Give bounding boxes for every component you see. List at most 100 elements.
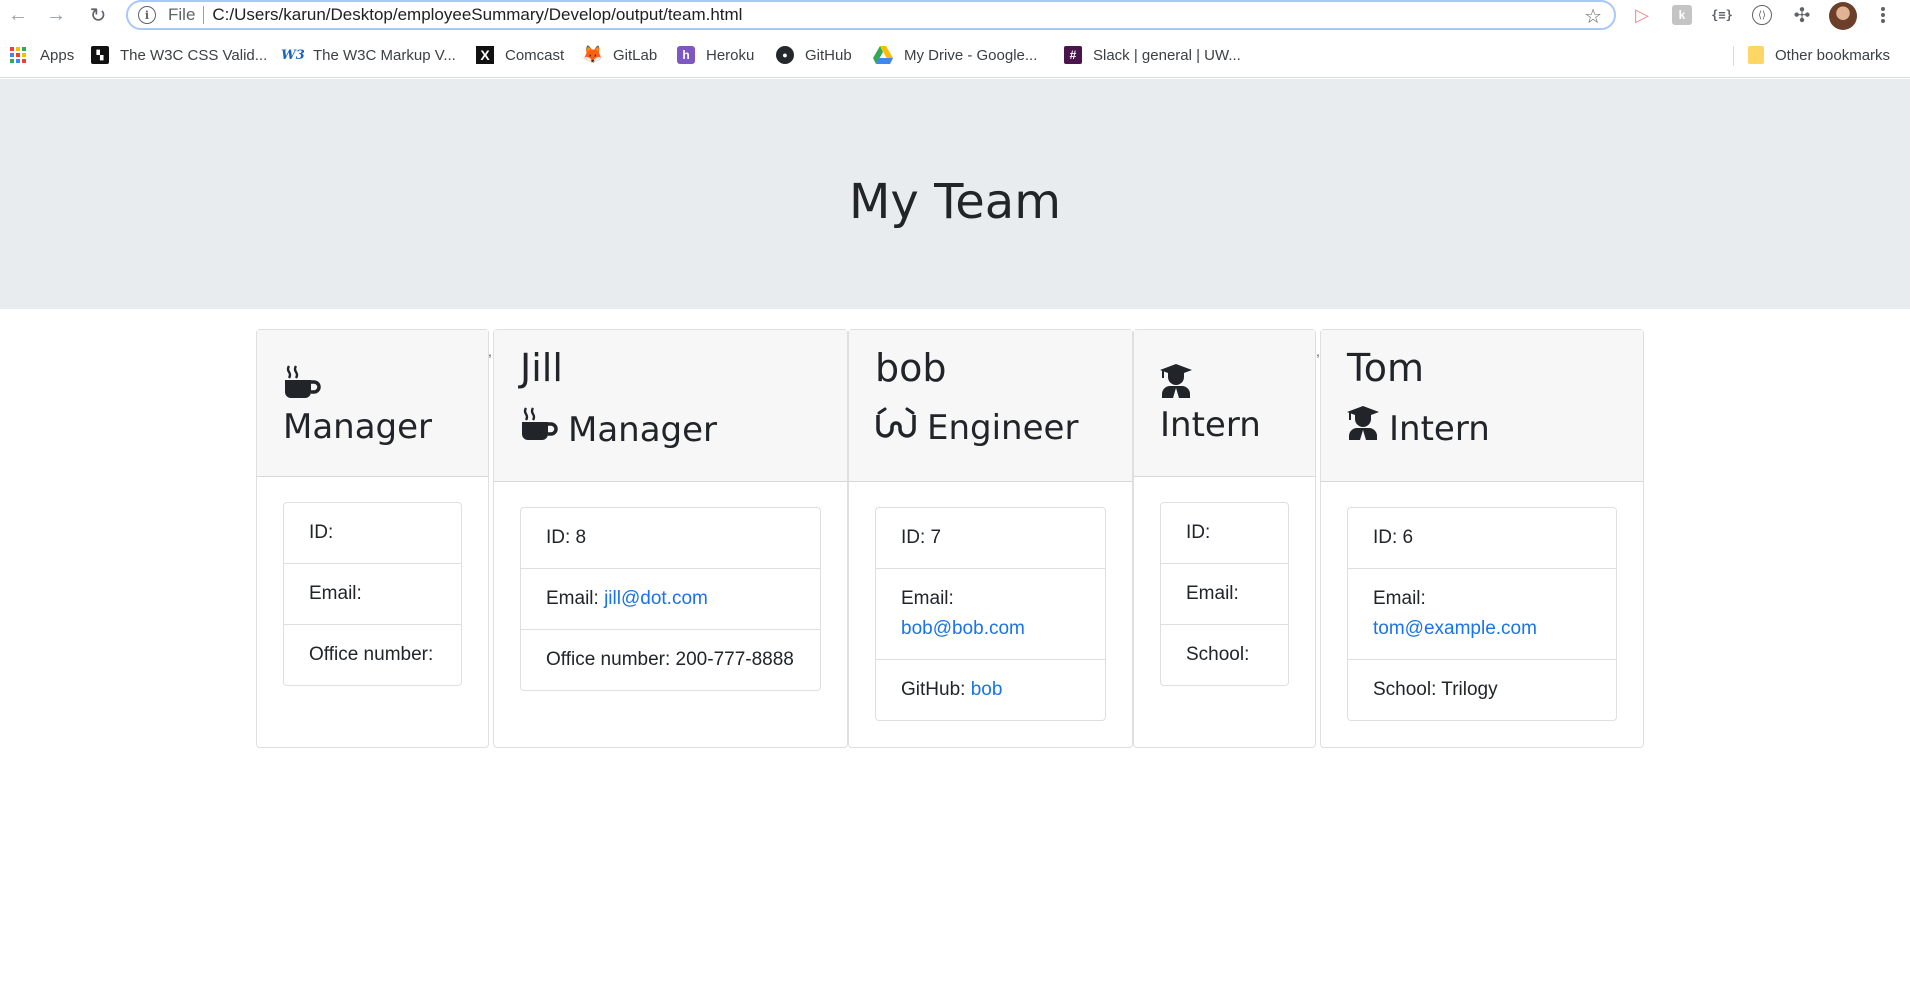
card-role: Manager <box>520 406 821 453</box>
card-role: Engineer <box>875 406 1106 450</box>
employee-card-manager-empty: Manager ID: Email: Office number: <box>256 329 489 748</box>
employee-details-list: ID: 8 Email: jill@dot.com Office number:… <box>520 507 821 691</box>
bookmark-other-bookmarks[interactable]: Other bookmarks <box>1748 44 1890 66</box>
card-header: Manager <box>257 330 488 477</box>
employee-details-list: ID: 6 Email: tom@example.com School: Tri… <box>1347 507 1617 721</box>
school-row: School: Trilogy <box>1348 659 1616 720</box>
heroku-icon: h <box>677 46 695 64</box>
employee-card-jill: Jill Manager ID: 8 Email: jill@dot.com O… <box>493 329 848 748</box>
card-name: Jill <box>520 346 563 390</box>
card-name: Tom <box>1347 346 1425 390</box>
email-link[interactable]: tom@example.com <box>1373 618 1537 639</box>
graduate-icon <box>1347 406 1379 451</box>
bookmark-gitlab[interactable]: 🦊 GitLab <box>582 44 658 66</box>
employee-card-bob: bob Engineer ID: 7 Email: bob@bob.com Gi… <box>848 329 1133 748</box>
employee-details-list: ID: Email: Office number: <box>283 502 462 686</box>
bookmark-label: Heroku <box>706 46 755 64</box>
email-label: Email: <box>901 588 954 609</box>
comcast-icon: X <box>476 46 494 64</box>
back-arrow-icon[interactable]: ← <box>6 3 30 27</box>
email-row: Email: tom@example.com <box>1348 568 1616 659</box>
id-row: ID: <box>309 522 334 543</box>
id-row: ID: 7 <box>901 527 942 548</box>
bookmark-w3c-css[interactable]: ▚ The W3C CSS Valid... <box>91 44 267 66</box>
card-role-label: Intern <box>1389 408 1490 449</box>
card-role: Manager <box>283 364 462 449</box>
bookmark-github[interactable]: ● GitHub <box>776 44 852 66</box>
bookmark-apps[interactable]: Apps <box>10 44 74 66</box>
email-row: Email: bob@bob.com <box>876 568 1105 659</box>
forward-arrow-icon[interactable]: → <box>44 3 68 27</box>
glasses-icon <box>875 406 917 450</box>
email-link[interactable]: bob@bob.com <box>901 618 1025 639</box>
mug-icon <box>283 364 452 405</box>
employee-details-list: ID: Email: School: <box>1160 502 1289 686</box>
card-role: Intern <box>1160 364 1289 447</box>
email-label: Email: <box>546 588 605 609</box>
card-header: bob Engineer <box>849 330 1132 482</box>
card-body: ID: Email: Office number: <box>257 477 488 711</box>
bookmark-star-icon[interactable]: ☆ <box>1584 4 1602 29</box>
card-role-label: Engineer <box>927 408 1079 448</box>
url-text[interactable]: C:/Users/karun/Desktop/employeeSummary/D… <box>212 5 742 25</box>
gitlab-icon: 🦊 <box>582 45 604 64</box>
browser-menu-icon[interactable] <box>1876 2 1890 28</box>
bookmark-label: The W3C CSS Valid... <box>120 46 268 64</box>
reload-icon[interactable]: ↻ <box>86 3 110 27</box>
card-body: ID: Email: School: <box>1134 477 1315 711</box>
page-title: My Team <box>849 174 1061 230</box>
card-header: Tom Intern <box>1321 330 1643 482</box>
bookmark-label: GitLab <box>613 46 658 64</box>
team-header-banner: My Team <box>0 79 1910 309</box>
school-row: School: <box>1161 624 1288 685</box>
email-row: Email: jill@dot.com <box>521 568 820 629</box>
bookmark-w3c-markup[interactable]: W3 The W3C Markup V... <box>281 44 456 66</box>
employee-details-list: ID: 7 Email: bob@bob.com GitHub: bob <box>875 507 1106 721</box>
slack-icon: # <box>1064 46 1082 64</box>
bookmark-label: GitHub <box>805 46 852 64</box>
github-icon: ● <box>776 46 794 64</box>
bookmarks-bar: Apps ▚ The W3C CSS Valid... W3 The W3C M… <box>0 38 1910 72</box>
bookmark-heroku[interactable]: h Heroku <box>677 44 754 66</box>
email-row: Email: <box>284 563 461 624</box>
github-link[interactable]: bob <box>971 679 1003 700</box>
folder-icon <box>1748 46 1764 64</box>
bookmark-label: Other bookmarks <box>1775 46 1891 64</box>
stray-mark: , <box>488 343 492 359</box>
card-body: ID: 8 Email: jill@dot.com Office number:… <box>494 482 847 716</box>
bookmark-label: Apps <box>40 46 75 64</box>
scheme-divider <box>203 6 205 24</box>
card-body: ID: 7 Email: bob@bob.com GitHub: bob <box>849 482 1132 746</box>
card-role-label: Manager <box>568 409 718 450</box>
bookmark-comcast[interactable]: X Comcast <box>476 44 564 66</box>
bookmark-slack[interactable]: # Slack | general | UW... <box>1064 44 1241 66</box>
bookmark-label: Slack | general | UW... <box>1093 46 1241 64</box>
video-extension-icon[interactable]: ▷ <box>1630 4 1654 26</box>
id-row: ID: 6 <box>1373 527 1414 548</box>
window-resizer-extension-icon[interactable]: ⟨⟩ <box>1752 5 1772 25</box>
card-role: Intern <box>1347 406 1617 451</box>
apps-grid-icon <box>10 47 26 63</box>
bookmark-label: My Drive - Google... <box>904 46 1038 64</box>
extensions-puzzle-icon[interactable]: ✣ <box>1790 4 1814 27</box>
bookmarks-divider <box>1733 46 1734 66</box>
browser-chrome: ← → ↻ i File C:/Users/karun/Desktop/empl… <box>0 0 1910 78</box>
mug-icon <box>520 406 558 453</box>
email-row: Email: <box>1161 563 1288 624</box>
json-viewer-extension-icon[interactable]: {≡} <box>1710 4 1734 26</box>
bookmark-label: The W3C Markup V... <box>313 46 456 64</box>
scheme-label: File <box>168 5 196 24</box>
github-row: GitHub: bob <box>876 659 1105 720</box>
graduate-icon <box>1160 364 1279 403</box>
profile-avatar[interactable] <box>1829 2 1857 30</box>
site-info-icon[interactable]: i <box>138 6 156 24</box>
grammar-extension-icon[interactable]: k <box>1672 5 1692 25</box>
office-number-row: Office number: <box>284 624 461 685</box>
address-bar[interactable]: i File C:/Users/karun/Desktop/employeeSu… <box>126 0 1616 30</box>
bookmark-google-drive[interactable]: My Drive - Google... <box>873 44 1037 66</box>
employee-card-tom: Tom Intern ID: 6 Email: tom@example.com … <box>1320 329 1644 748</box>
card-body: ID: 6 Email: tom@example.com School: Tri… <box>1321 482 1643 746</box>
w3c-css-icon: ▚ <box>91 46 109 64</box>
employee-card-intern-empty: Intern ID: Email: School: <box>1133 329 1316 748</box>
email-link[interactable]: jill@dot.com <box>604 588 708 609</box>
